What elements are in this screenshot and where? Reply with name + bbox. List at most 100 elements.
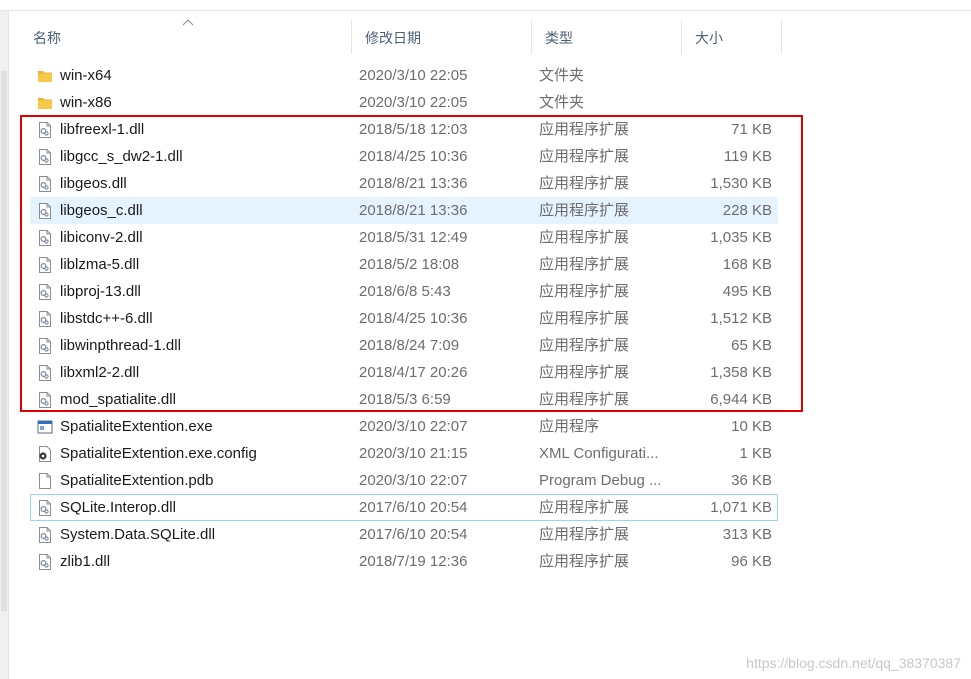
file-row[interactable]: liblzma-5.dll 2018/5/2 18:08 应用程序扩展 168 KB <box>30 251 778 278</box>
file-name: libgeos.dll <box>60 175 127 192</box>
file-name: libgcc_s_dw2-1.dll <box>60 148 183 165</box>
dll-file-icon <box>37 230 53 246</box>
file-type: 应用程序扩展 <box>539 499 630 516</box>
file-type: 应用程序扩展 <box>539 526 630 543</box>
blank-file-icon <box>37 473 53 489</box>
file-type: XML Configurati... <box>539 445 659 462</box>
file-name: win-x86 <box>60 94 112 111</box>
file-modified-date: 2018/4/25 10:36 <box>359 148 468 165</box>
file-size: 1,358 KB <box>710 364 772 381</box>
file-row[interactable]: SQLite.Interop.dll 2017/6/10 20:54 应用程序扩展 1… <box>30 494 778 521</box>
column-header-size[interactable]: 大小 <box>682 20 782 54</box>
dll-file-icon <box>37 554 53 570</box>
file-name: libproj-13.dll <box>60 283 141 300</box>
file-modified-date: 2020/3/10 21:15 <box>359 445 468 462</box>
watermark: https://blog.csdn.net/qq_38370387 <box>746 655 961 671</box>
column-header-name[interactable]: 名称 <box>20 20 352 54</box>
file-type: 应用程序扩展 <box>539 175 630 192</box>
file-modified-date: 2018/7/19 12:36 <box>359 553 468 570</box>
folder-icon <box>37 95 53 111</box>
left-scrollbar[interactable] <box>0 11 9 679</box>
file-type: 应用程序扩展 <box>539 229 630 246</box>
file-name: SpatialiteExtention.exe.config <box>60 445 257 462</box>
file-modified-date: 2018/5/2 18:08 <box>359 256 460 273</box>
file-row[interactable]: libfreexl-1.dll 2018/5/18 12:03 应用程序扩展 71 K… <box>30 116 778 143</box>
file-type: 应用程序扩展 <box>539 310 630 327</box>
file-name: liblzma-5.dll <box>60 256 140 273</box>
file-name: win-x64 <box>60 67 112 84</box>
file-name: libfreexl-1.dll <box>60 121 145 138</box>
file-name: libwinpthread-1.dll <box>60 337 181 354</box>
file-size: 1,512 KB <box>710 310 772 327</box>
exe-file-icon <box>37 419 53 435</box>
file-modified-date: 2020/3/10 22:07 <box>359 472 468 489</box>
file-row[interactable]: mod_spatialite.dll 2018/5/3 6:59 应用程序扩展 6,9… <box>30 386 778 413</box>
file-size: 10 KB <box>731 418 772 435</box>
file-explorer-window: 名称 修改日期 类型 大小 win-x64 2020/3/10 22:05 文件夹 w… <box>0 0 971 679</box>
file-modified-date: 2018/4/17 20:26 <box>359 364 468 381</box>
dll-file-icon <box>37 203 53 219</box>
dll-file-icon <box>37 338 53 354</box>
file-row[interactable]: libgcc_s_dw2-1.dll 2018/4/25 10:36 应用程序扩展 1… <box>30 143 778 170</box>
file-type: 文件夹 <box>539 94 585 111</box>
file-row[interactable]: win-x86 2020/3/10 22:05 文件夹 <box>30 89 778 116</box>
file-name: libstdc++-6.dll <box>60 310 153 327</box>
file-type: 应用程序扩展 <box>539 256 630 273</box>
file-row[interactable]: SpatialiteExtention.exe.config 2020/3/10 … <box>30 440 778 467</box>
file-size: 168 KB <box>722 256 772 273</box>
file-name: zlib1.dll <box>60 553 111 570</box>
dll-file-icon <box>37 284 53 300</box>
file-row[interactable]: libstdc++-6.dll 2018/4/25 10:36 应用程序扩展 1,51… <box>30 305 778 332</box>
file-size: 1,071 KB <box>710 499 772 516</box>
file-name: System.Data.SQLite.dll <box>60 526 216 543</box>
file-modified-date: 2018/8/21 13:36 <box>359 202 468 219</box>
file-size: 1 KB <box>739 445 772 462</box>
file-size: 313 KB <box>722 526 772 543</box>
file-size: 1,530 KB <box>710 175 772 192</box>
file-name: SpatialiteExtention.pdb <box>60 472 214 489</box>
file-row[interactable]: System.Data.SQLite.dll 2017/6/10 20:54 应用程… <box>30 521 778 548</box>
file-name: libiconv-2.dll <box>60 229 143 246</box>
file-size: 36 KB <box>731 472 772 489</box>
dll-file-icon <box>37 149 53 165</box>
file-type: 应用程序 <box>539 418 600 435</box>
file-size: 65 KB <box>731 337 772 354</box>
file-type: 应用程序扩展 <box>539 337 630 354</box>
file-type: 应用程序扩展 <box>539 553 630 570</box>
dll-file-icon <box>37 176 53 192</box>
dll-file-icon <box>37 365 53 381</box>
file-modified-date: 2020/3/10 22:05 <box>359 67 468 84</box>
file-size: 96 KB <box>731 553 772 570</box>
file-row[interactable]: libiconv-2.dll 2018/5/31 12:49 应用程序扩展 1,035… <box>30 224 778 251</box>
file-name: SpatialiteExtention.exe <box>60 418 213 435</box>
file-size: 119 KB <box>723 148 772 165</box>
file-size: 495 KB <box>722 283 772 300</box>
file-modified-date: 2020/3/10 22:07 <box>359 418 468 435</box>
file-row[interactable]: zlib1.dll 2018/7/19 12:36 应用程序扩展 96 KB <box>30 548 778 575</box>
file-name: libgeos_c.dll <box>60 202 143 219</box>
file-type: 文件夹 <box>539 67 585 84</box>
file-modified-date: 2018/5/18 12:03 <box>359 121 468 138</box>
dll-file-icon <box>37 257 53 273</box>
dll-file-icon <box>37 527 53 543</box>
file-type: 应用程序扩展 <box>539 283 630 300</box>
file-name: SQLite.Interop.dll <box>60 499 176 516</box>
file-row[interactable]: libgeos.dll 2018/8/21 13:36 应用程序扩展 1,530 KB <box>30 170 778 197</box>
file-row[interactable]: libxml2-2.dll 2018/4/17 20:26 应用程序扩展 1,358 … <box>30 359 778 386</box>
column-header-date[interactable]: 修改日期 <box>352 20 532 54</box>
file-size: 1,035 KB <box>710 229 772 246</box>
file-row[interactable]: SpatialiteExtention.exe 2020/3/10 22:07 应用… <box>30 413 778 440</box>
file-row[interactable]: SpatialiteExtention.pdb 2020/3/10 22:07 Pr… <box>30 467 778 494</box>
file-row[interactable]: libwinpthread-1.dll 2018/8/24 7:09 应用程序扩展 6… <box>30 332 778 359</box>
column-header-type[interactable]: 类型 <box>532 20 682 54</box>
file-modified-date: 2018/8/21 13:36 <box>359 175 468 192</box>
file-row[interactable]: libgeos_c.dll 2018/8/21 13:36 应用程序扩展 228 KB <box>30 197 778 224</box>
file-name: libxml2-2.dll <box>60 364 140 381</box>
scrollbar-thumb[interactable] <box>1 71 7 611</box>
file-row[interactable]: libproj-13.dll 2018/6/8 5:43 应用程序扩展 495 KB <box>30 278 778 305</box>
file-modified-date: 2018/6/8 5:43 <box>359 283 451 300</box>
dll-file-icon <box>37 122 53 138</box>
file-type: 应用程序扩展 <box>539 121 630 138</box>
file-row[interactable]: win-x64 2020/3/10 22:05 文件夹 <box>30 62 778 89</box>
file-type: Program Debug ... <box>539 472 662 489</box>
